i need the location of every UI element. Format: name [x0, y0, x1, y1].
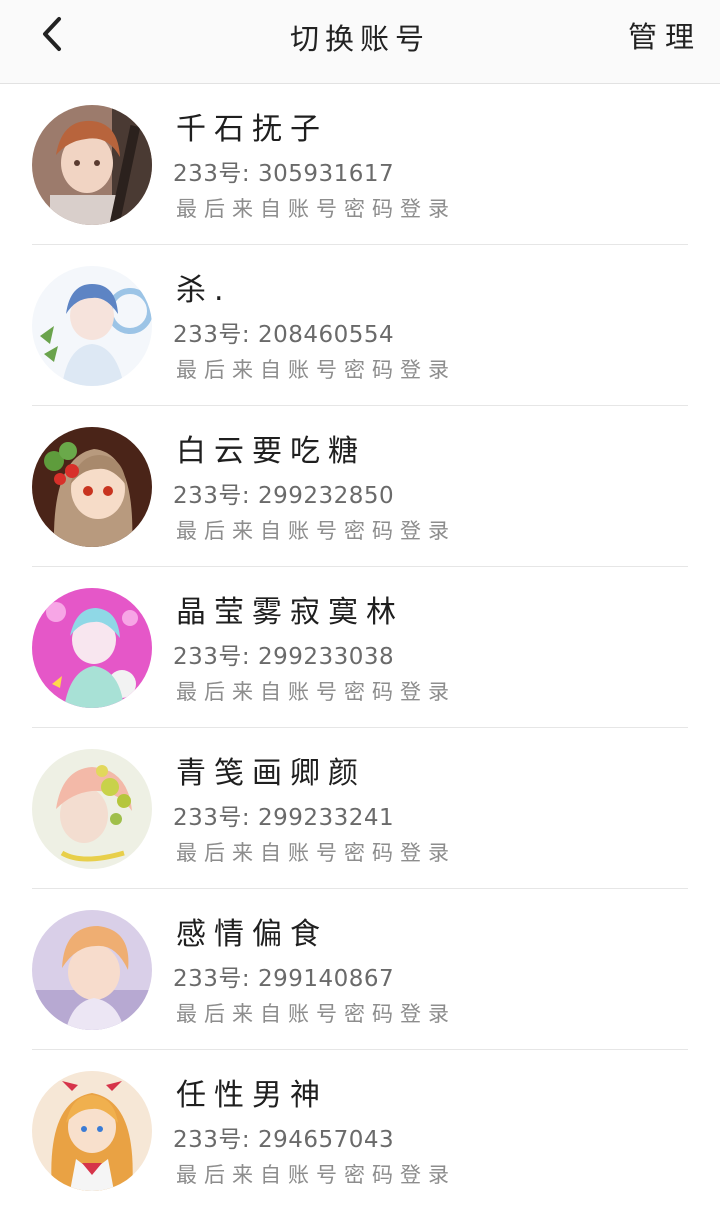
account-list: 千石抚子 233号: 305931617 最后来自账号密码登录 杀. 233号:…: [0, 84, 720, 1211]
account-row[interactable]: 感情偏食 233号: 299140867 最后来自账号密码登录: [0, 889, 720, 1050]
anime-avatar-sailor-girl-icon: [32, 1071, 152, 1191]
anime-avatar-flowers-girl-icon: [32, 749, 152, 869]
top-bar: 切换账号 管理: [0, 0, 720, 84]
account-uid: 233号: 305931617: [173, 161, 395, 187]
account-row[interactable]: 白云要吃糖 233号: 299232850 最后来自账号密码登录: [0, 406, 720, 567]
account-name: 杀.: [176, 273, 232, 308]
login-method-note: 最后来自账号密码登录: [176, 358, 456, 382]
account-uid: 233号: 299232850: [173, 483, 395, 509]
manage-button[interactable]: 管理: [628, 14, 702, 56]
account-uid: 233号: 299233241: [173, 805, 395, 831]
anime-avatar-boy-guitar-icon: [32, 105, 152, 225]
anime-avatar-pink-bubble-icon: [32, 588, 152, 708]
account-name: 感情偏食: [176, 917, 328, 952]
account-name: 青笺画卿颜: [176, 756, 366, 791]
anime-avatar-strawberry-girl-icon: [32, 427, 152, 547]
account-row[interactable]: 杀. 233号: 208460554 最后来自账号密码登录: [0, 245, 720, 406]
login-method-note: 最后来自账号密码登录: [176, 197, 456, 221]
account-uid: 233号: 294657043: [173, 1127, 395, 1153]
account-row[interactable]: 青笺画卿颜 233号: 299233241 最后来自账号密码登录: [0, 728, 720, 889]
account-row[interactable]: 任性男神 233号: 294657043 最后来自账号密码登录: [0, 1050, 720, 1211]
login-method-note: 最后来自账号密码登录: [176, 841, 456, 865]
account-uid: 233号: 208460554: [173, 322, 395, 348]
account-row[interactable]: 千石抚子 233号: 305931617 最后来自账号密码登录: [0, 84, 720, 245]
anime-avatar-orange-hair-icon: [32, 910, 152, 1030]
page-title: 切换账号: [289, 22, 430, 56]
login-method-note: 最后来自账号密码登录: [176, 680, 456, 704]
account-name: 千石抚子: [176, 112, 328, 147]
account-name: 任性男神: [176, 1078, 328, 1113]
account-name: 白云要吃糖: [176, 434, 366, 469]
login-method-note: 最后来自账号密码登录: [176, 519, 456, 543]
login-method-note: 最后来自账号密码登录: [176, 1163, 456, 1187]
login-method-note: 最后来自账号密码登录: [176, 1002, 456, 1026]
anime-avatar-blue-hair-girl-icon: [32, 266, 152, 386]
account-uid: 233号: 299233038: [173, 644, 395, 670]
account-name: 晶莹雾寂寞林: [176, 595, 404, 630]
account-row[interactable]: 晶莹雾寂寞林 233号: 299233038 最后来自账号密码登录: [0, 567, 720, 728]
account-uid: 233号: 299140867: [173, 966, 395, 992]
